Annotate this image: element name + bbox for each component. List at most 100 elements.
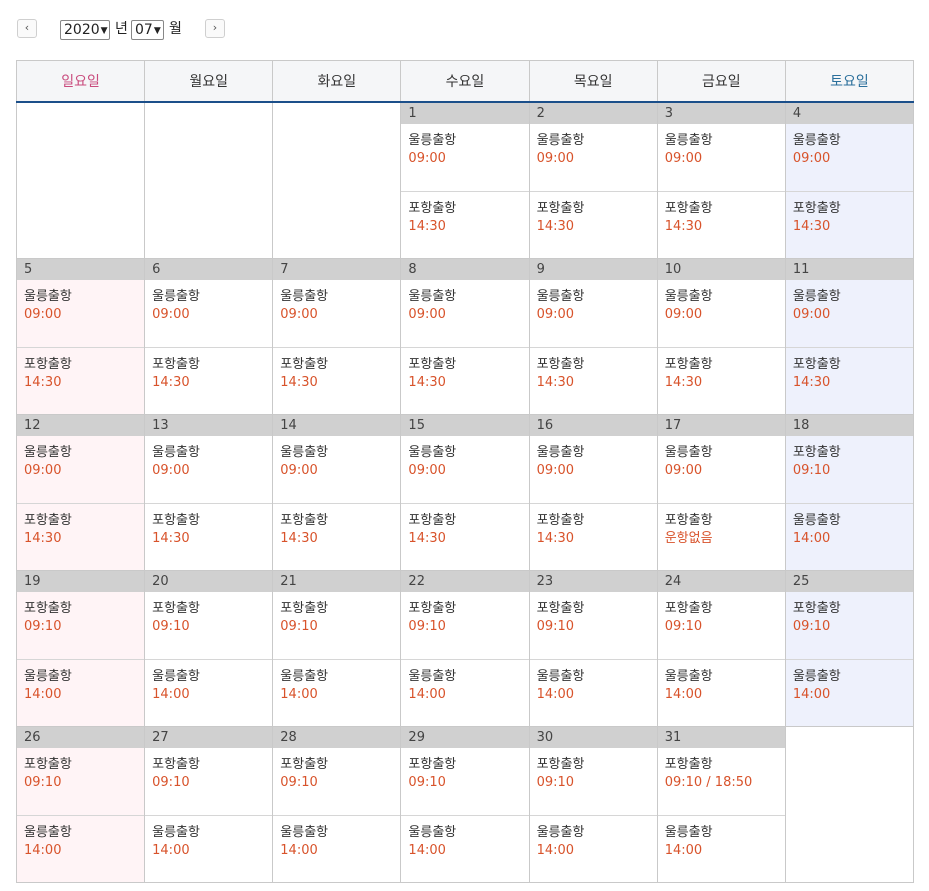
day-cell: 25 포항출항 09:10 울릉출항 14:00 bbox=[784, 569, 915, 727]
empty-day-cell bbox=[272, 101, 402, 259]
day-cell: 9 울릉출항 09:00 포항출항 14:30 bbox=[528, 257, 658, 415]
departure-time: 09:10 / 18:50 bbox=[664, 774, 753, 790]
departure-time: 14:30 bbox=[792, 374, 831, 390]
departure-time: 09:00 bbox=[24, 306, 62, 322]
departure-slot: 포항출항 09:10 bbox=[17, 748, 144, 815]
calendar-week-row: 19 포항출항 09:10 울릉출항 14:00 20 포항출항 09:10 울릉출항 14:00… bbox=[15, 569, 915, 727]
departure-route: 포항출항 bbox=[280, 756, 329, 772]
day-number: 30 bbox=[529, 726, 657, 748]
departure-route: 울릉출항 bbox=[24, 668, 72, 684]
departure-time: 09:10 bbox=[536, 618, 575, 634]
departure-route: 울릉출항 bbox=[408, 824, 457, 840]
departure-slot: 포항출항 09:10 bbox=[786, 592, 913, 659]
departure-time: 09:00 bbox=[792, 150, 831, 166]
departure-route: 포항출항 bbox=[536, 600, 585, 616]
departure-route: 울릉출항 bbox=[408, 288, 457, 304]
day-cell: 20 포항출항 09:10 울릉출항 14:00 bbox=[144, 569, 274, 727]
month-select[interactable]: 07▼ bbox=[131, 20, 164, 40]
departure-route: 포항출항 bbox=[24, 512, 72, 528]
departure-route: 울릉출항 bbox=[536, 288, 585, 304]
departure-route: 포항출항 bbox=[280, 356, 329, 372]
departure-slot: 울릉출항 09:00 bbox=[401, 280, 528, 347]
departure-time: 14:30 bbox=[408, 374, 446, 390]
departure-slot: 포항출항 14:30 bbox=[145, 346, 273, 414]
departure-slot: 포항출항 09:10 bbox=[786, 436, 913, 503]
departure-time: 09:00 bbox=[536, 150, 575, 166]
departure-time: 14:00 bbox=[280, 842, 318, 858]
departure-time: 14:30 bbox=[408, 530, 446, 546]
departure-time: 14:00 bbox=[536, 686, 575, 702]
day-cell: 13 울릉출항 09:00 포항출항 14:30 bbox=[144, 413, 274, 571]
day-number: 16 bbox=[529, 414, 657, 436]
departure-time: 09:00 bbox=[152, 462, 190, 478]
departure-time: 14:30 bbox=[408, 218, 446, 234]
month-navigation: ‹ 2020▼ 년 07▼ 월 › bbox=[17, 19, 417, 41]
departure-slot: 포항출항 14:30 bbox=[401, 502, 529, 570]
departure-time: 14:00 bbox=[408, 686, 446, 702]
departure-route: 포항출항 bbox=[408, 356, 457, 372]
departure-time: 09:00 bbox=[24, 462, 62, 478]
departure-route: 울릉출항 bbox=[536, 824, 585, 840]
day-cell: 11 울릉출항 09:00 포항출항 14:30 bbox=[784, 257, 915, 415]
departure-time: 09:10 bbox=[792, 462, 831, 478]
departure-time: 09:00 bbox=[408, 150, 446, 166]
weekday-header: 일요일 bbox=[15, 60, 146, 103]
departure-route: 포항출항 bbox=[152, 356, 200, 372]
day-cell: 16 울릉출항 09:00 포항출항 14:30 bbox=[528, 413, 658, 571]
departure-route: 울릉출항 bbox=[536, 132, 585, 148]
departure-route: 포항출항 bbox=[664, 600, 713, 616]
dropdown-arrow-icon: ▼ bbox=[153, 26, 161, 36]
day-number: 20 bbox=[145, 570, 273, 592]
departure-route: 울릉출항 bbox=[408, 668, 457, 684]
departure-slot: 울릉출항 14:00 bbox=[401, 814, 529, 882]
day-cell: 8 울릉출항 09:00 포항출항 14:30 bbox=[400, 257, 530, 415]
departure-time: 14:30 bbox=[536, 530, 575, 546]
departure-route: 포항출항 bbox=[536, 756, 585, 772]
departure-slot: 포항출항 14:30 bbox=[273, 346, 401, 414]
day-number: 6 bbox=[145, 258, 273, 280]
departure-route: 울릉출항 bbox=[792, 668, 841, 684]
departure-slot: 울릉출항 09:00 bbox=[530, 124, 657, 191]
departure-route: 울릉출항 bbox=[408, 444, 457, 460]
departure-route: 포항출항 bbox=[536, 356, 585, 372]
prev-month-button[interactable]: ‹ bbox=[17, 19, 37, 38]
departure-route: 포항출항 bbox=[536, 200, 585, 216]
departure-time: 14:00 bbox=[792, 686, 831, 702]
day-number: 18 bbox=[785, 414, 913, 436]
next-month-button[interactable]: › bbox=[205, 19, 225, 38]
day-cell: 15 울릉출항 09:00 포항출항 14:30 bbox=[400, 413, 530, 571]
year-select[interactable]: 2020▼ bbox=[60, 20, 110, 40]
departure-slot: 울릉출항 14:00 bbox=[145, 658, 273, 726]
day-number: 9 bbox=[529, 258, 657, 280]
departure-slot: 울릉출항 14:00 bbox=[529, 814, 657, 882]
day-number: 1 bbox=[401, 102, 529, 124]
empty-day-cell bbox=[144, 101, 274, 259]
departure-slot: 포항출항 14:30 bbox=[17, 346, 145, 414]
year-value: 2020 bbox=[64, 22, 100, 38]
departure-slot: 울릉출항 14:00 bbox=[145, 814, 273, 882]
day-number: 22 bbox=[401, 570, 529, 592]
departure-route: 포항출항 bbox=[408, 200, 457, 216]
day-number: 24 bbox=[657, 570, 785, 592]
departure-route: 울릉출항 bbox=[152, 288, 200, 304]
departure-route: 포항출항 bbox=[280, 512, 329, 528]
day-cell: 23 포항출항 09:10 울릉출항 14:00 bbox=[528, 569, 658, 727]
departure-slot: 울릉출항 09:00 bbox=[401, 124, 528, 191]
day-number: 13 bbox=[145, 414, 273, 436]
departure-slot: 포항출항 09:10 bbox=[401, 748, 528, 815]
departure-time: 09:10 bbox=[408, 774, 446, 790]
departure-slot: 포항출항 09:10 bbox=[17, 592, 144, 659]
departure-slot: 포항출항 09:10 bbox=[530, 592, 657, 659]
departure-route: 포항출항 bbox=[24, 600, 72, 616]
departure-slot: 울릉출항 09:00 bbox=[17, 280, 144, 347]
day-cell: 5 울릉출항 09:00 포항출항 14:30 bbox=[15, 257, 146, 415]
departure-time: 14:30 bbox=[536, 218, 575, 234]
day-number: 3 bbox=[657, 102, 785, 124]
weekday-header-row: 일요일 월요일 화요일 수요일 목요일 금요일 토요일 bbox=[15, 60, 915, 103]
departure-time: 09:10 bbox=[152, 618, 190, 634]
departure-time: 14:00 bbox=[408, 842, 446, 858]
departure-slot: 울릉출항 14:00 bbox=[785, 658, 913, 726]
departure-route: 울릉출항 bbox=[664, 444, 713, 460]
weekday-header: 월요일 bbox=[144, 60, 274, 103]
departure-slot: 포항출항 14:30 bbox=[529, 502, 657, 570]
